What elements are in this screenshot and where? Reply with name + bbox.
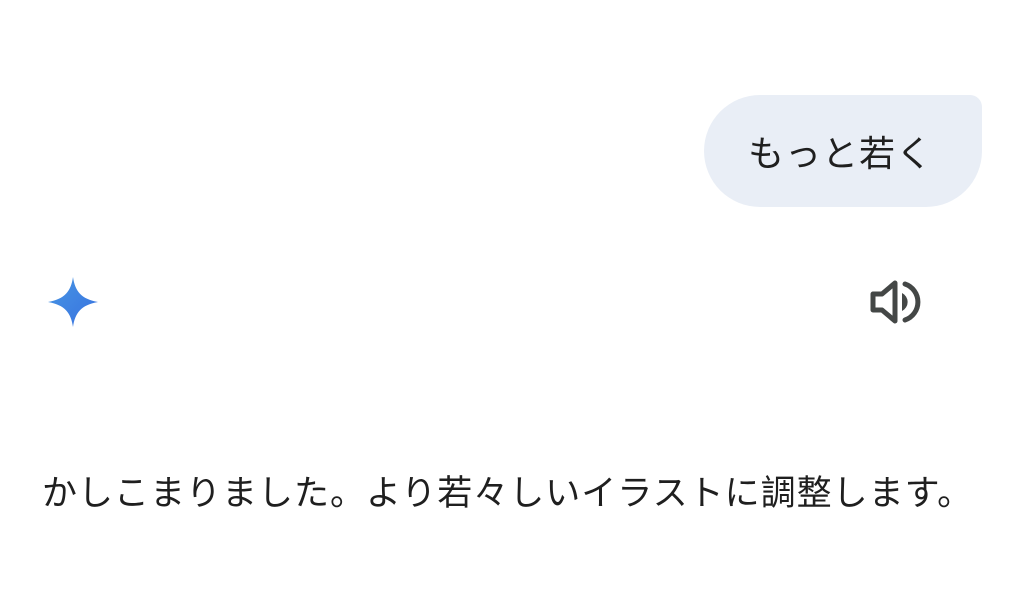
speaker-volume-icon (870, 280, 921, 324)
user-message-bubble: もっと若く (704, 95, 982, 207)
user-message-text: もっと若く (748, 134, 934, 175)
assistant-response-text: かしこまりました。より若々しいイラストに調整します。 (42, 474, 974, 514)
gemini-sparkle-icon (45, 274, 101, 330)
chat-screen: もっと若く かしこまりました。より若々しいイラストに調整します。 (0, 0, 1024, 614)
read-aloud-button[interactable] (864, 274, 924, 330)
